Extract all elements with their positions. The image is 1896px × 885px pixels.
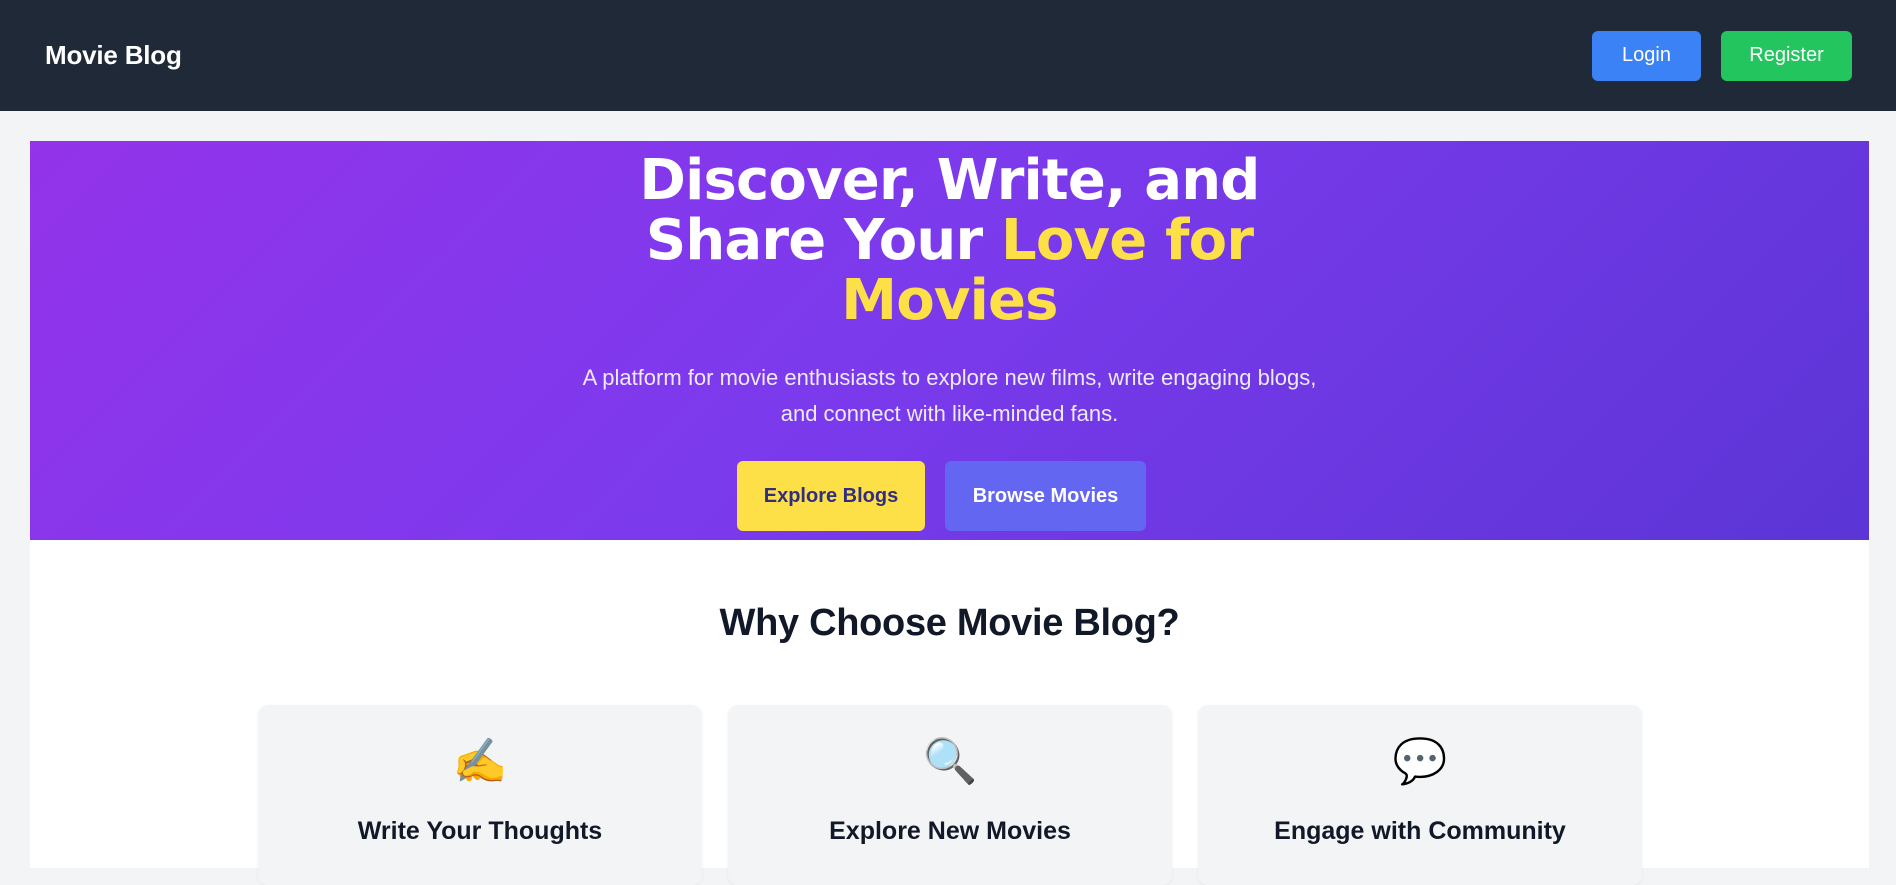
hero-title-line-2: Share Your Love for [30,211,1869,271]
explore-blogs-button[interactable]: Explore Blogs [737,461,925,531]
feature-card-explore: 🔍 Explore New Movies [728,705,1172,885]
magnifying-glass-icon: 🔍 [922,737,978,786]
navbar: Movie Blog Login Register [0,0,1896,111]
hero-title-line-1: Discover, Write, and [639,148,1260,213]
hero-title-plain: Share Your [645,208,1001,273]
brand-logo[interactable]: Movie Blog [45,40,182,71]
feature-card-community: 💬 Engage with Community [1198,705,1642,885]
feature-cards: ✍️ Write Your Thoughts 🔍 Explore New Mov… [258,705,1642,885]
feature-card-title: Engage with Community [1274,817,1566,845]
hero-section: Discover, Write, and Share Your Love for… [30,141,1869,540]
hero-subtitle: A platform for movie enthusiasts to expl… [30,360,1869,432]
hero-subtitle-line-1: A platform for movie enthusiasts to expl… [582,365,1317,390]
register-button[interactable]: Register [1721,30,1852,81]
browse-movies-button[interactable]: Browse Movies [945,461,1146,531]
writing-hand-icon: ✍️ [452,737,508,786]
feature-card-title: Write Your Thoughts [357,817,603,845]
feature-card-write: ✍️ Write Your Thoughts [258,705,702,885]
login-button[interactable]: Login [1592,30,1701,81]
nav-actions: Login Register [1592,30,1852,81]
hero-title-line-3: Movies [841,268,1058,333]
features-section: Why Choose Movie Blog? ✍️ Write Your Tho… [30,540,1869,885]
feature-card-title: Explore New Movies [829,817,1071,845]
hero-title-accent: Love for [1000,208,1254,273]
hero-buttons: Explore Blogs Browse Movies [30,461,1869,531]
speech-bubble-icon: 💬 [1392,737,1448,786]
hero-subtitle-line-2: and connect with like-minded fans. [780,401,1119,426]
features-title: Why Choose Movie Blog? [719,602,1180,644]
hero-title: Discover, Write, and Share Your Love for… [30,151,1869,331]
